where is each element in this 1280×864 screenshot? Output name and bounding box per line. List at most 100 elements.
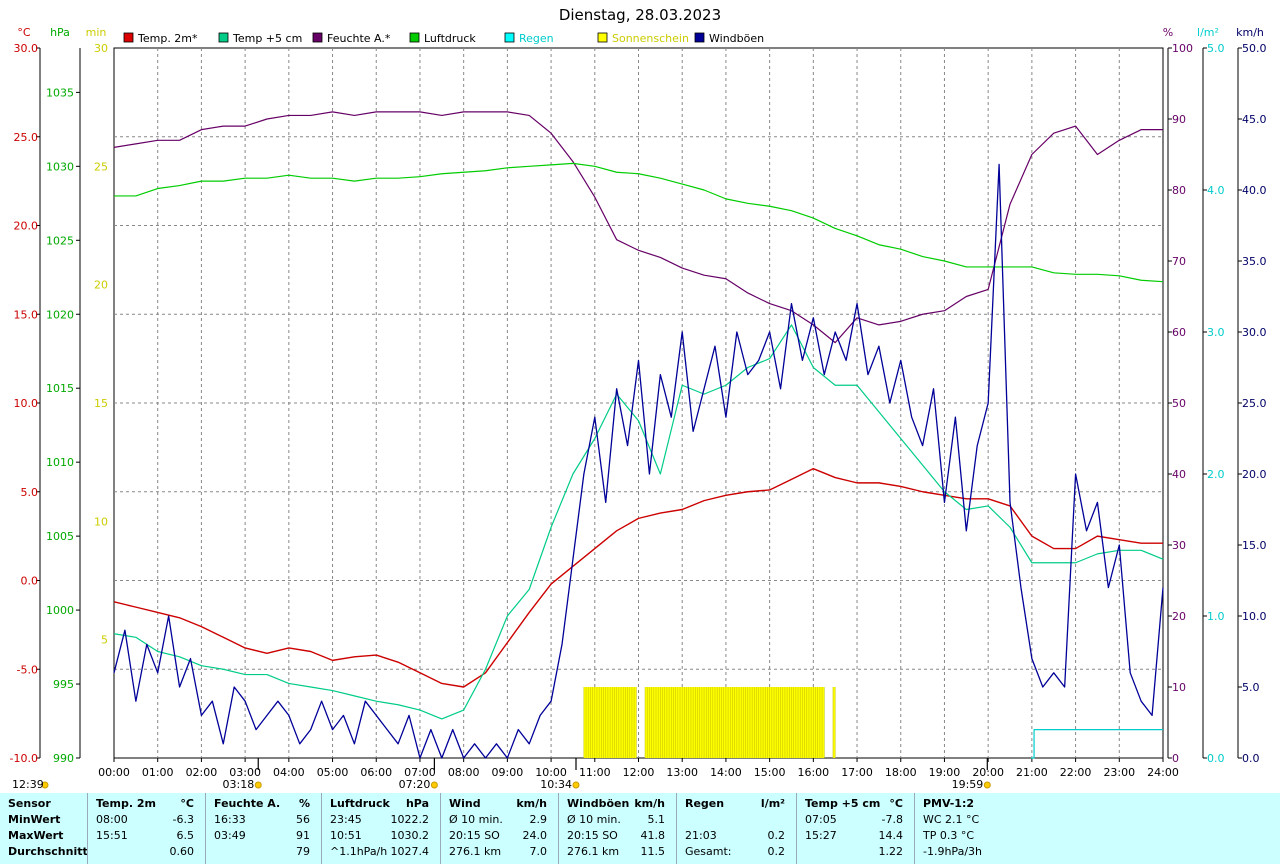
stats-unit: km/h — [516, 797, 547, 810]
x-tick-label: 21:00 — [1016, 766, 1048, 779]
marker-label: 03:18 — [223, 778, 255, 791]
stats-col-3: Luftdruck hPa 23:45 1022.2 10:51 1030.2 ^1.1hP… — [322, 793, 441, 864]
pressure-unit: hPa — [50, 26, 70, 39]
stats-value: 7.0 — [529, 845, 548, 858]
rain-tick-label: 1.0 — [1207, 610, 1225, 623]
stats-col-2: Feuchte A.% 16:33 56 03:49 91 79 — [206, 793, 322, 864]
x-tick-label: 01:00 — [142, 766, 174, 779]
rain-tick-label: 0.0 — [1207, 752, 1225, 765]
stats-time: Ø 10 min. — [567, 813, 621, 826]
stats-value: 11.5 — [640, 845, 666, 858]
x-tick-label: 04:00 — [273, 766, 305, 779]
stats-separator — [676, 793, 677, 864]
legend-swatch — [123, 32, 134, 43]
stats-value: 91 — [296, 829, 310, 842]
legend-label: Sonnenschein — [612, 32, 689, 45]
wind-tick-label: 40.0 — [1242, 184, 1267, 197]
legend-swatch — [597, 32, 608, 43]
stats-value: 6.5 — [176, 829, 195, 842]
stats-value: 1022.2 — [390, 813, 430, 826]
stats-time: 03:49 — [214, 829, 246, 842]
humidity-tick-label: 30 — [1172, 539, 1186, 552]
stats-value: 1030.2 — [390, 829, 430, 842]
wind-tick-label: 35.0 — [1242, 255, 1267, 268]
sunshine-tick-label: 30 — [94, 42, 108, 55]
stats-label: WC 2.1 °C — [923, 813, 980, 826]
wind-tick-label: 50.0 — [1242, 42, 1267, 55]
legend-label: Luftdruck — [424, 32, 476, 45]
sunshine-tick-label: 20 — [94, 279, 108, 292]
stats-value: 41.8 — [640, 829, 666, 842]
temp-tick-label: -10.0 — [10, 752, 38, 765]
stats-separator — [321, 793, 322, 864]
temp-tick-label: -5.0 — [17, 663, 38, 676]
stats-value: 79 — [296, 845, 310, 858]
sunshine-tick-label: 10 — [94, 515, 108, 528]
humidity-tick-label: 70 — [1172, 255, 1186, 268]
x-tick-label: 13:00 — [666, 766, 698, 779]
marker-label: 19:59 — [952, 778, 984, 791]
stats-separator — [87, 793, 88, 864]
sun-icon — [430, 781, 438, 789]
stats-time: 21:03 — [685, 829, 717, 842]
pressure-tick-label: 1025 — [46, 234, 74, 247]
stats-value: -6.3 — [172, 813, 194, 826]
pressure-tick-label: 1010 — [46, 456, 74, 469]
stats-value: 5.1 — [647, 813, 666, 826]
sun-icon — [572, 781, 580, 789]
humidity-tick-label: 90 — [1172, 113, 1186, 126]
x-tick-label: 14:00 — [710, 766, 742, 779]
stats-unit: °C — [180, 797, 194, 810]
pressure-tick-label: 1020 — [46, 308, 74, 321]
stats-label: TP 0.3 °C — [923, 829, 975, 842]
pressure-tick-label: 1015 — [46, 382, 74, 395]
stats-unit: hPa — [405, 797, 429, 810]
sunshine-unit: min — [86, 26, 107, 39]
pressure-tick-label: 1035 — [46, 86, 74, 99]
stats-head: Temp +5 cm — [805, 797, 881, 810]
legend-label: Temp. 2m* — [137, 32, 198, 45]
rain-tick-label: 2.0 — [1207, 468, 1225, 481]
stats-value: -7.8 — [881, 813, 903, 826]
legend-label: Regen — [519, 32, 554, 45]
temp-tick-label: 15.0 — [14, 308, 39, 321]
stats-col-7: Temp +5 cm °C 07:05 -7.8 15:27 14.4 1.22 — [797, 793, 915, 864]
stats-value: 0.60 — [169, 845, 195, 858]
stats-head: Windböen — [567, 797, 630, 810]
stats-unit: l/m² — [760, 797, 785, 810]
legend-swatch — [409, 32, 420, 43]
pressure-tick-label: 990 — [53, 752, 74, 765]
stats-value: 0.2 — [767, 845, 786, 858]
temp-tick-label: 5.0 — [21, 486, 39, 499]
stats-time: 15:51 — [96, 829, 128, 842]
temp-tick-label: 25.0 — [14, 131, 39, 144]
stats-col-5: Windböen km/h Ø 10 min. 5.1 20:15 SO 41.8 276.… — [559, 793, 677, 864]
legend-swatch — [504, 32, 515, 43]
legend: Temp. 2m* Temp +5 cm Feuchte A.* Luftdruck R… — [123, 32, 764, 45]
rain-unit: l/m² — [1197, 26, 1219, 39]
stats-separator — [558, 793, 559, 864]
stats-col-4: Wind km/h Ø 10 min. 2.9 20:15 SO 24.0 276.1 km… — [441, 793, 559, 864]
stats-unit: % — [298, 797, 310, 810]
marker-label: 07:20 — [399, 778, 431, 791]
stats-time: ^1.1hPa/h — [330, 845, 388, 858]
stats-label: -1.9hPa/3h — [923, 845, 982, 858]
stats-unit: km/h — [634, 797, 665, 810]
stats-head: Temp. 2m — [96, 797, 156, 810]
pressure-tick-label: 1030 — [46, 160, 74, 173]
stats-head: Regen — [685, 797, 725, 810]
stats-head: Feuchte A. — [214, 797, 281, 810]
sun-icon — [254, 781, 262, 789]
stats-col-0: Sensor MinWert MaxWert Durchschnitt — [0, 793, 88, 864]
legend-swatch — [694, 32, 705, 43]
x-tick-label: 08:00 — [448, 766, 480, 779]
pressure-tick-label: 1005 — [46, 530, 74, 543]
humidity-tick-label: 60 — [1172, 326, 1186, 339]
stats-label: MaxWert — [8, 829, 64, 842]
humidity-tick-label: 40 — [1172, 468, 1186, 481]
stats-time: Gesamt: — [685, 845, 732, 858]
sunshine-tick-label: 25 — [94, 160, 108, 173]
stats-col-6: Regen l/m² 21:03 0.2 Gesamt: 0.2 — [677, 793, 797, 864]
wind-tick-label: 45.0 — [1242, 113, 1267, 126]
temp-unit: °C — [17, 26, 31, 39]
